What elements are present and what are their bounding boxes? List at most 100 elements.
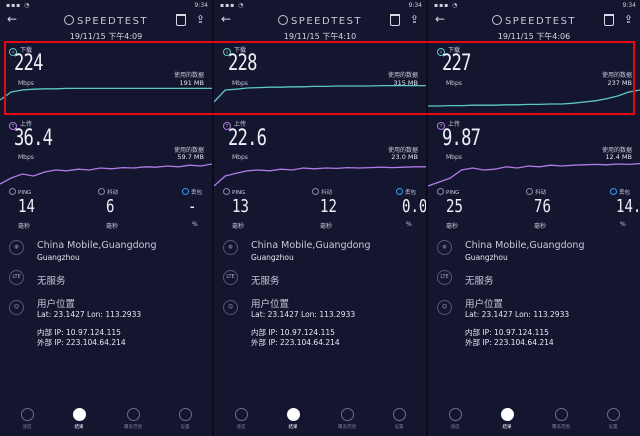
loss-unit: % — [192, 221, 198, 228]
signal-icon: ▪▪▪ ◔ — [220, 2, 245, 9]
nav-speed-label: 速度 — [236, 425, 246, 430]
nav-coverage[interactable]: 覆盖范围 — [118, 408, 148, 430]
nav-coverage-label: 覆盖范围 — [124, 425, 142, 430]
nav-results[interactable]: 结果 — [64, 408, 94, 430]
user-icon: ☺ — [9, 300, 24, 315]
trash-icon[interactable] — [604, 14, 614, 26]
user-location-label: 用户位置 — [37, 299, 76, 310]
loss-icon — [396, 188, 403, 195]
ping-value: 25 — [446, 196, 463, 217]
server-city: Guangzhou — [251, 253, 294, 262]
ping-icon — [437, 188, 444, 195]
upload-graph — [0, 163, 212, 185]
lte-icon-text: LTE — [226, 274, 235, 280]
jitter-icon — [312, 188, 319, 195]
ping-label: PING — [437, 188, 459, 196]
ping-icon — [223, 188, 230, 195]
bottom-nav: 速度 结果 覆盖范围 设置 — [0, 402, 212, 436]
gear-icon — [606, 408, 620, 421]
jitter-label: 抖动 — [98, 188, 118, 196]
share-icon[interactable]: ⇪ — [624, 13, 633, 26]
nav-settings[interactable]: 设置 — [598, 408, 628, 430]
status-time: 9:34 — [408, 2, 422, 9]
isp-name: China Mobile,Guangdong — [465, 240, 585, 251]
nav-results-label: 结果 — [288, 425, 298, 430]
ping-label: PING — [223, 188, 245, 196]
external-ip: 外部 IP: 223.104.64.214 — [465, 338, 554, 347]
network-status: 无服务 — [37, 276, 66, 287]
speedometer-icon — [20, 408, 34, 421]
lat-lon: Lat: 23.1427 Lon: 113.2933 — [37, 310, 142, 319]
jitter-label: 抖动 — [526, 188, 546, 196]
trash-icon[interactable] — [390, 14, 400, 26]
user-location-label: 用户位置 — [251, 299, 290, 310]
nav-results[interactable]: 结果 — [278, 408, 308, 430]
signal-icon: ▪▪▪ ◔ — [434, 2, 459, 9]
loss-label: 丢包 — [182, 188, 202, 196]
ping-unit: 毫秒 — [18, 223, 31, 230]
lat-lon: Lat: 23.1427 Lon: 113.2933 — [251, 310, 356, 319]
jitter-icon — [526, 188, 533, 195]
nav-settings-label: 设置 — [180, 425, 190, 430]
nav-speed[interactable]: 速度 — [12, 408, 42, 430]
brand-text: SPEEDTEST — [290, 16, 363, 27]
bottom-nav: 速度 结果 覆盖范围 设置 — [428, 402, 640, 436]
nav-settings[interactable]: 设置 — [384, 408, 414, 430]
brand-text: SPEEDTEST — [76, 16, 149, 27]
ping-value: 14 — [18, 196, 35, 217]
server-city: Guangzhou — [465, 253, 508, 262]
lte-icon: LTE — [437, 270, 452, 285]
ping-value: 13 — [232, 196, 249, 217]
ping-icon — [9, 188, 16, 195]
nav-results-label: 结果 — [74, 425, 84, 430]
gear-icon — [392, 408, 406, 421]
upload-speed: 9.87 — [442, 126, 481, 151]
brand-text: SPEEDTEST — [504, 16, 577, 27]
user-icon: ☺ — [223, 300, 238, 315]
map-pin-icon — [340, 408, 354, 421]
lte-icon: LTE — [9, 270, 24, 285]
network-status: 无服务 — [465, 276, 494, 287]
nav-results[interactable]: 结果 — [492, 408, 522, 430]
check-circle-icon — [500, 408, 514, 421]
jitter-icon — [98, 188, 105, 195]
loss-label: 丢包 — [610, 188, 630, 196]
upload-graph — [214, 166, 426, 187]
nav-speed[interactable]: 速度 — [226, 408, 256, 430]
nav-coverage-label: 覆盖范围 — [338, 425, 356, 430]
nav-coverage[interactable]: 覆盖范围 — [546, 408, 576, 430]
app-header: ← SPEEDTEST ⇪ — [214, 12, 426, 28]
lte-icon: LTE — [223, 270, 238, 285]
signal-icon: ▪▪▪ ◔ — [6, 2, 31, 9]
jitter-unit: 毫秒 — [106, 223, 119, 230]
loss-icon — [182, 188, 189, 195]
nav-coverage[interactable]: 覆盖范围 — [332, 408, 362, 430]
loss-icon — [610, 188, 617, 195]
nav-speed-label: 速度 — [22, 425, 32, 430]
trash-icon[interactable] — [176, 14, 186, 26]
status-time: 9:34 — [622, 2, 636, 9]
share-icon[interactable]: ⇪ — [196, 13, 205, 26]
jitter-label: 抖动 — [312, 188, 332, 196]
globe-icon: ◍ — [223, 240, 238, 255]
loss-value: - — [188, 196, 197, 217]
share-icon[interactable]: ⇪ — [410, 13, 419, 26]
jitter-unit: 毫秒 — [534, 223, 547, 230]
gear-icon — [178, 408, 192, 421]
upload-speed: 22.6 — [228, 126, 267, 151]
loss-unit: % — [406, 221, 412, 228]
speedometer-icon — [448, 408, 462, 421]
jitter-value: 6 — [106, 196, 115, 217]
jitter-value: 12 — [320, 196, 337, 217]
lte-icon-text: LTE — [440, 274, 449, 280]
external-ip: 外部 IP: 223.104.64.214 — [251, 338, 340, 347]
globe-icon: ◍ — [437, 240, 452, 255]
nav-results-label: 结果 — [502, 425, 512, 430]
upload-graph — [428, 162, 640, 187]
loss-label: 丢包 — [396, 188, 416, 196]
nav-speed-label: 速度 — [450, 425, 460, 430]
app-header: ← SPEEDTEST ⇪ — [428, 12, 640, 28]
nav-coverage-label: 覆盖范围 — [552, 425, 570, 430]
nav-settings[interactable]: 设置 — [170, 408, 200, 430]
nav-speed[interactable]: 速度 — [440, 408, 470, 430]
